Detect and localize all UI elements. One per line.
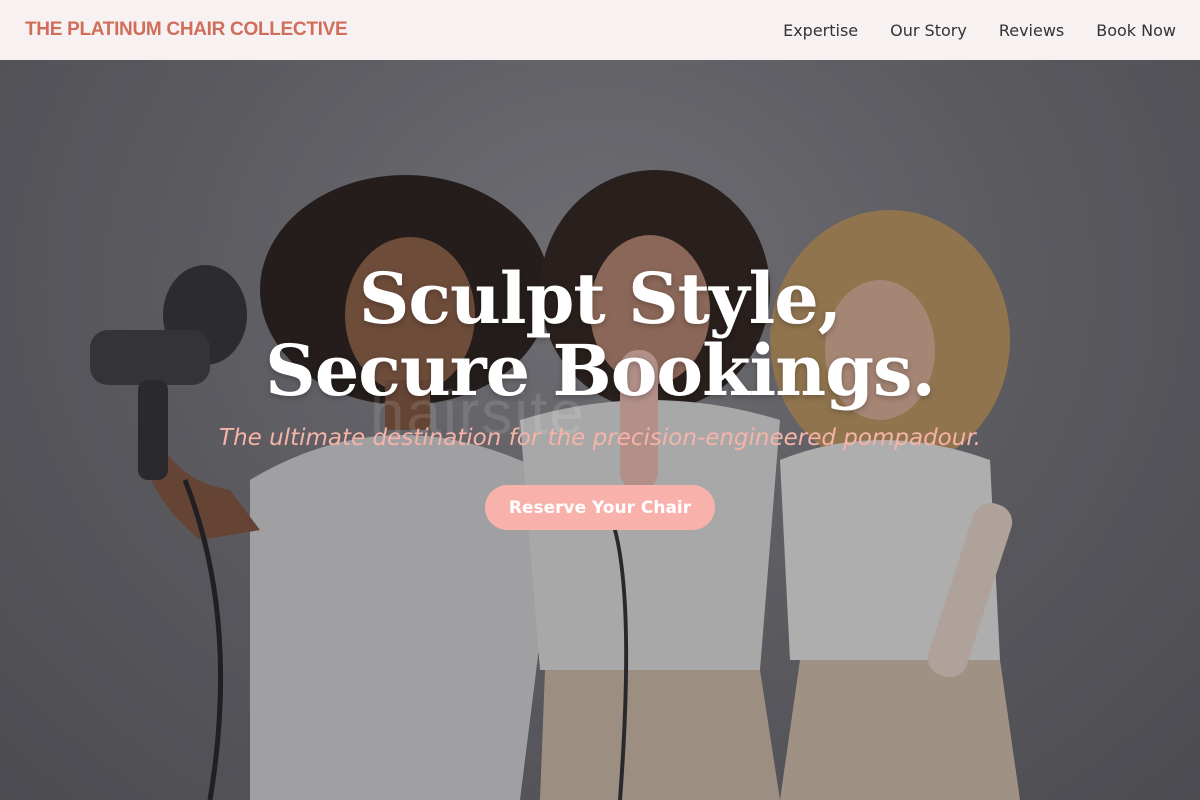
nav-links: Expertise Our Story Reviews Book Now (783, 21, 1176, 40)
top-navbar: THE PLATINUM CHAIR COLLECTIVE Expertise … (0, 0, 1200, 60)
nav-link-our-story[interactable]: Our Story (890, 21, 967, 40)
hero-headline: Sculpt Style, Secure Bookings. (265, 257, 936, 412)
hero-content: Sculpt Style, Secure Bookings. The ultim… (0, 60, 1200, 800)
brand-logo-text[interactable]: THE PLATINUM CHAIR COLLECTIVE (25, 19, 348, 41)
nav-link-expertise[interactable]: Expertise (783, 21, 858, 40)
nav-link-reviews[interactable]: Reviews (999, 21, 1064, 40)
nav-link-book-now[interactable]: Book Now (1096, 21, 1176, 40)
hero-tagline: The ultimate destination for the precisi… (219, 425, 981, 451)
hero-section: hairsite Sculpt Style, Secure Bookings. … (0, 60, 1200, 800)
reserve-chair-button[interactable]: Reserve Your Chair (485, 485, 715, 530)
